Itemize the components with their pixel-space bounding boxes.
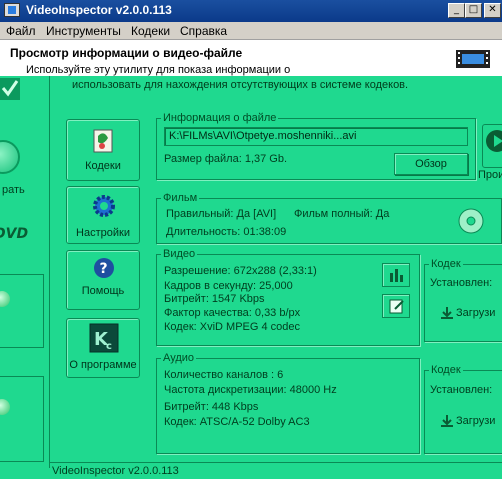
check-icon bbox=[0, 78, 20, 100]
nav-help-button[interactable]: ? Помощь bbox=[66, 250, 140, 310]
video-codec-installed: Установлен: bbox=[430, 277, 493, 289]
audio-rate: Частота дискретизации: 48000 Hz bbox=[164, 384, 337, 396]
close-button[interactable]: ✕ bbox=[484, 3, 501, 18]
dvd-icon: DVD bbox=[0, 226, 28, 242]
file-info-group-label: Информация о файле bbox=[161, 112, 279, 124]
maximize-button[interactable]: □ bbox=[465, 3, 482, 18]
file-path-field[interactable]: K:\FILMs\AVI\Otpetye.moshenniki...avi bbox=[164, 127, 468, 146]
video-quality: Фактор качества: 0,33 b/px bbox=[164, 307, 301, 319]
left-action-icon[interactable] bbox=[0, 140, 20, 174]
menu-tools[interactable]: Инструменты bbox=[46, 24, 121, 38]
minimize-button[interactable]: _ bbox=[448, 3, 465, 18]
edit-icon bbox=[389, 299, 404, 314]
audio-codec: Кодек: ATSC/A-52 Dolby AC3 bbox=[164, 416, 310, 428]
bar-chart-icon bbox=[390, 269, 403, 282]
svg-text:c: c bbox=[106, 341, 112, 352]
window-title: VideoInspector v2.0.0.113 bbox=[26, 3, 172, 17]
video-stats-button[interactable] bbox=[382, 263, 410, 287]
nav-settings-label: Настройки bbox=[76, 227, 130, 239]
left-strip: рать DVD bbox=[0, 76, 50, 468]
nav-about-button[interactable]: K c О программе bbox=[66, 318, 140, 378]
status-text: VideoInspector v2.0.0.113 bbox=[52, 465, 179, 477]
nav-about-label: О программе bbox=[69, 359, 137, 371]
video-codec-group-label: Кодек bbox=[429, 258, 463, 270]
audio-channels: Количество каналов : 6 bbox=[164, 369, 284, 381]
menu-bar: Файл Инструменты Кодеки Справка bbox=[0, 22, 502, 40]
nav-settings-button[interactable]: Настройки bbox=[66, 186, 140, 244]
nav-codecs-button[interactable]: Кодеки bbox=[66, 119, 140, 181]
green-ball-icon bbox=[0, 291, 10, 307]
play-icon bbox=[486, 130, 502, 152]
audio-codec-installed: Установлен: bbox=[430, 384, 493, 396]
nav-help-label: Помощь bbox=[81, 285, 125, 297]
title-bar: VideoInspector v2.0.0.113 _ □ ✕ bbox=[0, 0, 502, 22]
film-duration: Длительность: 01:38:09 bbox=[166, 226, 287, 238]
file-size-label: Размер файла: 1,37 Gb. bbox=[164, 153, 288, 165]
video-edit-button[interactable] bbox=[382, 294, 410, 318]
video-group-label: Видео bbox=[161, 248, 198, 260]
film-full: Фильм полный: Да bbox=[294, 208, 390, 220]
svg-text:DVD: DVD bbox=[0, 226, 28, 242]
download-icon bbox=[441, 415, 453, 427]
header-title: Просмотр информации о видео-файле bbox=[10, 46, 243, 60]
left-panel-box-2 bbox=[0, 376, 44, 462]
codecs-icon bbox=[93, 129, 113, 153]
download-icon bbox=[441, 307, 453, 319]
film-group-label: Фильм bbox=[161, 192, 200, 204]
video-codec-download-label: Загрузи bbox=[456, 307, 496, 319]
audio-codec-group-label: Кодек bbox=[429, 364, 463, 376]
video-resolution: Разрешение: 672x288 (2,33:1) bbox=[164, 265, 317, 277]
browse-button[interactable]: Обзор bbox=[394, 153, 468, 175]
disc-icon[interactable] bbox=[458, 208, 484, 234]
nav-codecs-label: Кодеки bbox=[85, 160, 121, 172]
video-codec: Кодек: XviD MPEG 4 codec bbox=[164, 321, 301, 333]
film-logo-icon bbox=[456, 50, 490, 68]
svg-text:?: ? bbox=[100, 261, 108, 277]
status-bar: VideoInspector v2.0.0.113 bbox=[50, 462, 502, 479]
header-subtitle-line2: использовать для нахождения отсутствующи… bbox=[72, 79, 409, 91]
video-fps: Кадров в секунду: 25,000 bbox=[164, 280, 293, 292]
green-ball-icon bbox=[0, 399, 10, 415]
play-button-label: Прои bbox=[478, 169, 502, 181]
menu-codecs[interactable]: Кодеки bbox=[131, 24, 170, 38]
audio-bitrate: Битрейт: 448 Kbps bbox=[164, 401, 259, 413]
menu-help[interactable]: Справка bbox=[180, 24, 227, 38]
header-subtitle: Используйте эту утилиту для показа инфор… bbox=[26, 64, 291, 76]
left-panel-box-1 bbox=[0, 274, 44, 348]
audio-codec-download-button[interactable]: Загрузи bbox=[438, 411, 502, 433]
film-correct: Правильный: Да [AVI] bbox=[166, 208, 277, 220]
app-icon bbox=[4, 3, 20, 17]
audio-group-label: Аудио bbox=[161, 352, 197, 364]
video-codec-download-button[interactable]: Загрузи bbox=[438, 303, 502, 325]
about-logo-icon: K c bbox=[89, 323, 119, 353]
audio-codec-download-label: Загрузи bbox=[456, 415, 496, 427]
play-button[interactable] bbox=[482, 124, 502, 168]
header-panel: Просмотр информации о видео-файле Исполь… bbox=[0, 40, 502, 76]
menu-file[interactable]: Файл bbox=[6, 24, 36, 38]
help-icon: ? bbox=[94, 258, 114, 278]
left-strip-label: рать bbox=[2, 184, 25, 196]
gear-icon bbox=[93, 195, 115, 217]
video-bitrate: Битрейт: 1547 Kbps bbox=[164, 293, 265, 305]
